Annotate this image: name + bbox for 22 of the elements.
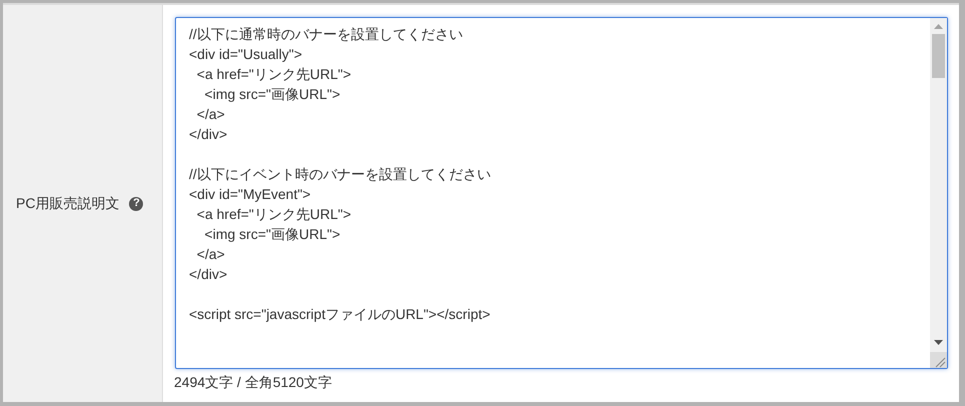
code-line: <script src="javascriptファイルのURL"></script> xyxy=(189,305,490,324)
help-icon[interactable]: ? xyxy=(129,196,144,210)
code-line: //以下にイベント時のバナーを設置してください xyxy=(189,165,491,184)
code-textarea[interactable] xyxy=(175,17,948,369)
code-line: <a href="リンク先URL"> xyxy=(196,65,352,84)
scroll-down-icon[interactable] xyxy=(934,340,943,345)
code-line: <img src="画像URL"> xyxy=(204,85,340,104)
code-line: </a> xyxy=(196,105,225,124)
code-line: </a> xyxy=(196,245,225,264)
code-line: </div> xyxy=(189,265,228,284)
code-line: <img src="画像URL"> xyxy=(204,225,340,244)
code-line: //以下に通常時のバナーを設置してください xyxy=(189,25,463,44)
code-line: </div> xyxy=(189,125,228,144)
resize-grip-icon[interactable] xyxy=(930,352,947,368)
code-line: <div id="MyEvent"> xyxy=(189,185,311,204)
field-label: PC用販売説明文 xyxy=(16,194,120,213)
scrollbar-thumb[interactable] xyxy=(932,34,945,78)
scrollbar[interactable] xyxy=(930,18,947,368)
code-line: <div id="Usually"> xyxy=(189,45,302,64)
scroll-up-icon[interactable] xyxy=(934,24,943,29)
code-line: <a href="リンク先URL"> xyxy=(196,205,352,224)
character-count: 2494文字 / 全角5120文字 xyxy=(174,373,333,392)
